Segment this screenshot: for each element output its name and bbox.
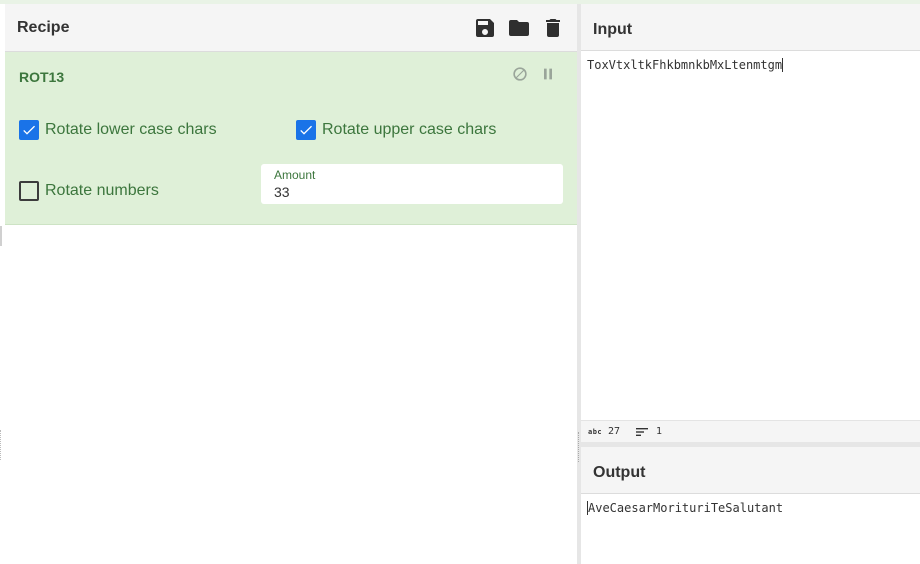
recipe-panel: Recipe ROT13 Rotate lower case chars Rot… — [5, 4, 577, 564]
input-length: 27 — [608, 426, 621, 437]
input-header: Input — [581, 4, 920, 51]
recipe-header: Recipe — [5, 4, 577, 52]
left-resize-grip[interactable] — [0, 430, 3, 460]
output-text: AveCaesarMorituriTeSalutant — [588, 501, 784, 515]
rotate-upper-label: Rotate upper case chars — [322, 121, 497, 138]
output-panel: Output AveCaesarMorituriTeSalutant — [581, 447, 920, 564]
checkbox-checked-icon[interactable] — [19, 120, 39, 140]
output-textarea[interactable]: AveCaesarMorituriTeSalutant — [587, 501, 783, 515]
rotate-numbers-label: Rotate numbers — [45, 182, 159, 199]
left-edge-marker — [0, 226, 2, 246]
trash-icon[interactable] — [541, 16, 565, 40]
recipe-title: Recipe — [17, 19, 70, 36]
rot13-operation[interactable]: ROT13 Rotate lower case chars Rotate upp… — [5, 52, 577, 225]
checkbox-unchecked-icon[interactable] — [19, 181, 39, 201]
input-text: ToxVtxltkFhkbmnkbMxLtenmtgm — [587, 58, 783, 72]
amount-field[interactable]: Amount — [261, 164, 563, 204]
pause-icon[interactable] — [540, 66, 556, 82]
input-panel: Input ToxVtxltkFhkbmnkbMxLtenmtgm — [581, 4, 920, 420]
output-title: Output — [593, 464, 646, 481]
input-line-count: 1 — [656, 426, 663, 437]
folder-icon[interactable] — [507, 16, 531, 40]
input-status-bar: abc 27 1 — [581, 420, 920, 442]
vertical-divider-grip[interactable] — [578, 432, 580, 462]
text-caret — [782, 58, 784, 72]
checkbox-checked-icon[interactable] — [296, 120, 316, 140]
rotate-lower-checkbox[interactable]: Rotate lower case chars — [19, 118, 217, 142]
amount-input[interactable] — [274, 184, 554, 200]
rotate-lower-label: Rotate lower case chars — [45, 121, 217, 138]
save-icon[interactable] — [473, 16, 497, 40]
output-header: Output — [581, 447, 920, 494]
input-textarea[interactable]: ToxVtxltkFhkbmnkbMxLtenmtgm — [587, 58, 784, 72]
amount-label: Amount — [274, 168, 316, 182]
operation-title: ROT13 — [19, 69, 65, 85]
lines-icon — [636, 427, 648, 437]
rotate-upper-checkbox[interactable]: Rotate upper case chars — [296, 118, 496, 142]
disable-icon[interactable] — [512, 66, 528, 82]
abc-icon: abc — [588, 428, 603, 436]
input-title: Input — [593, 21, 633, 38]
rotate-numbers-checkbox[interactable]: Rotate numbers — [19, 179, 159, 203]
